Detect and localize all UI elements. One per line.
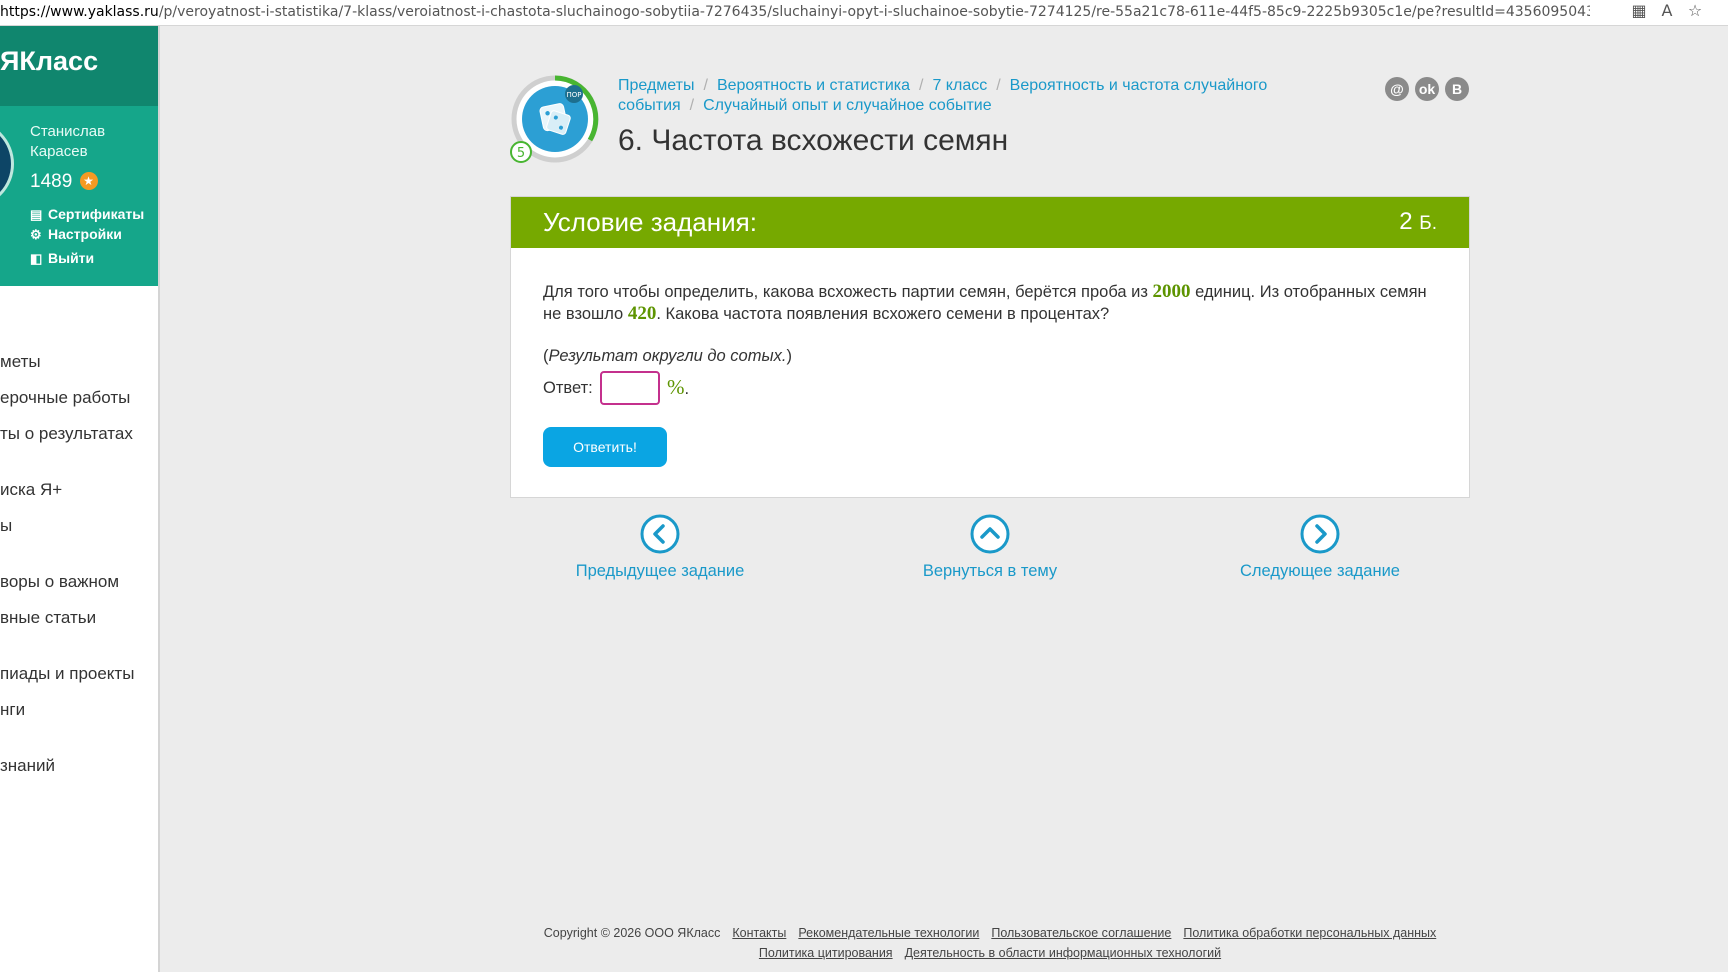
task-header: Условие задания: 2 Б. [511,197,1469,248]
footer-link-it-activity[interactable]: Деятельность в области информационных те… [905,946,1222,960]
url-path: /p/veroyatnost-i-statistika/7-klass/vero… [158,4,1590,20]
ok-share-icon[interactable]: ok [1415,77,1439,101]
task-heading: Условие задания: [543,207,757,237]
footer-link-citation[interactable]: Политика цитирования [759,946,893,960]
next-task-label: Следующее задание [1240,562,1400,580]
logout-label: Выйти [48,250,95,266]
sidebar-item-ratings[interactable]: нги [0,700,158,720]
sidebar-item-articles[interactable]: вные статьи [0,608,158,628]
back-to-topic-label: Вернуться в тему [922,562,1058,580]
app-view-icon[interactable]: ▦ [1628,1,1650,20]
certificates-link[interactable]: ▤ Сертификаты [30,206,144,223]
percent-sign: % [667,375,685,399]
percent-unit: %. [667,375,689,400]
dice-topic-icon: ПОР 5 [510,75,599,163]
breadcrumb-probability[interactable]: Вероятность и статистика [717,77,910,94]
certificates-label: Сертификаты [48,206,145,222]
page-title: 6. Частота всхожести семян [618,124,1009,157]
breadcrumb-separator: / [919,77,924,94]
hint-text: Результат округли до сотых. [548,347,787,365]
back-to-topic-link[interactable]: Вернуться в тему [870,514,1110,581]
breadcrumb-separator: / [689,97,695,114]
task-statement: Для того чтобы определить, какова всхоже… [543,281,1443,325]
hint-close: ) [786,347,792,365]
next-task-link[interactable]: Следующее задание [1200,514,1440,581]
breadcrumb-separator: / [996,77,1001,94]
user-name[interactable]: Станислав Карасев [30,122,158,162]
sidebar-item-talks[interactable]: воры о важном [0,572,158,592]
footer-row-2: Политика цитирования Деятельность в облас… [510,943,1470,963]
brand-header: ЯКласс [0,26,158,106]
sample-size: 2000 [1152,281,1191,302]
percent-tail: . [684,380,690,398]
footer-link-privacy[interactable]: Политика обработки персональных данных [1183,926,1436,940]
breadcrumb-separator: / [703,77,708,94]
answer-label: Ответ: [543,379,593,397]
submit-answer-button[interactable]: Ответить! [543,427,667,467]
chevron-right-icon [1300,514,1340,554]
logout-icon: ◧ [30,251,43,266]
footer: Copyright © 2026 ООО ЯКласс Контакты Реком… [510,923,1470,963]
certificate-icon: ▤ [30,207,43,222]
settings-link[interactable]: ⚙ Настройки [30,226,122,243]
prev-task-label: Предыдущее задание [575,562,745,580]
score-unit: Б. [1419,213,1437,234]
user-panel: Станислав Карасев 1489 ★ ▤ Сертификаты ⚙ Н… [0,106,158,286]
breadcrumb-subjects[interactable]: Предметы [618,77,694,94]
url-text[interactable]: https://www.yaklass.ru/p/veroyatnost-i-s… [0,4,1590,20]
chevron-up-icon [970,514,1010,554]
favorite-star-icon[interactable]: ☆ [1684,1,1706,20]
prev-task-link[interactable]: Предыдущее задание [540,514,780,581]
level-number: 5 [517,146,525,161]
sidebar-item-misc[interactable]: ы [0,516,158,536]
breadcrumb: Предметы / Вероятность и статистика / 7 клас… [618,76,1338,116]
sidebar-item-tests[interactable]: ерочные работы [0,388,158,408]
statement-part3: . Какова частота появления всхожего семе… [656,305,1110,323]
gear-icon: ⚙ [30,227,42,242]
star-icon: ★ [79,172,98,190]
answer-input[interactable] [600,371,660,405]
footer-row-1: Copyright © 2026 ООО ЯКласс Контакты Реком… [510,923,1470,943]
task-score: 2 Б. [1399,208,1437,236]
user-points: 1489 ★ [30,171,98,193]
svg-text:ПОР: ПОР [567,91,582,99]
not-sprouted-count: 420 [627,303,657,324]
url-host: https://www.yaklass.ru [0,4,159,20]
sidebar-item-reports[interactable]: ты о результатах [0,424,158,444]
logo[interactable]: ЯКласс [0,46,98,77]
score-value: 2 [1399,208,1413,235]
read-aloud-icon[interactable]: A [1656,1,1678,20]
breadcrumb-subtopic[interactable]: Случайный опыт и случайное событие [703,97,992,114]
mail-share-icon[interactable]: @ [1385,77,1409,101]
footer-link-contacts[interactable]: Контакты [732,926,786,940]
vk-share-icon[interactable]: В [1445,77,1469,101]
sidebar-item-subscription[interactable]: иска Я+ [0,480,158,500]
footer-link-recommendations[interactable]: Рекомендательные технологии [798,926,979,940]
logout-link[interactable]: ◧ Выйти [30,250,94,267]
address-bar[interactable]: https://www.yaklass.ru/p/veroyatnost-i-s… [0,0,1728,26]
rounding-hint: (Результат округли до сотых.) [543,347,792,366]
sidebar: ЯКласс Станислав Карасев 1489 ★ ▤ Сертифи… [0,26,160,972]
avatar[interactable] [0,120,14,208]
sidebar-item-knowledge[interactable]: знаний [0,756,158,776]
sidebar-item-olympiads[interactable]: пиады и проекты [0,664,158,684]
footer-link-user-agreement[interactable]: Пользовательское соглашение [991,926,1171,940]
task-card: Условие задания: 2 Б. Для того чтобы опр… [510,196,1470,498]
points-value: 1489 [30,171,73,192]
statement-part1: Для того чтобы определить, какова всхоже… [543,283,1153,301]
breadcrumb-grade[interactable]: 7 класс [932,77,987,94]
sidebar-item-subjects[interactable]: меты [0,352,158,372]
settings-label: Настройки [48,226,122,242]
copyright: Copyright © 2026 ООО ЯКласс [543,926,721,940]
chevron-left-icon [640,514,680,554]
